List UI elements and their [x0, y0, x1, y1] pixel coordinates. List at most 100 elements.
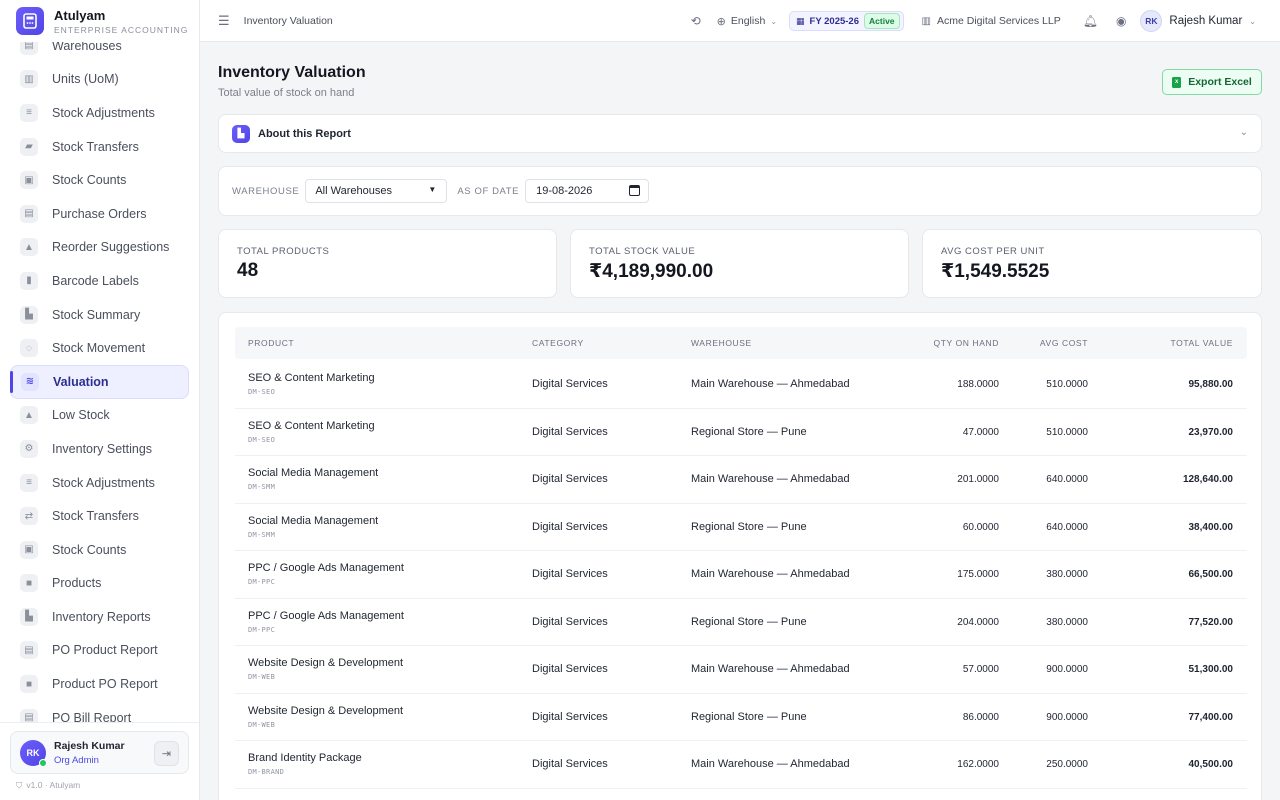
column-header-qty[interactable]: QTY ON HAND	[934, 338, 999, 348]
sidebar-item-label: Inventory Reports	[52, 609, 151, 624]
category-cell: Digital Services	[532, 615, 608, 628]
column-header-avg-cost[interactable]: AVG COST	[1040, 338, 1088, 348]
user-card[interactable]: RK Rajesh Kumar Org Admin ⇥	[10, 731, 189, 774]
chevron-down-icon[interactable]: ⌄	[1240, 127, 1248, 138]
history-icon[interactable]: ⟲	[691, 14, 701, 28]
sidebar-item-purchase-orders[interactable]: ▤ Purchase Orders	[10, 197, 189, 231]
about-report-panel[interactable]: ▙ About this Report ⌄	[218, 114, 1262, 153]
column-header-warehouse[interactable]: WAREHOUSE	[691, 338, 752, 348]
avg-cost-cell: 250.0000	[1046, 759, 1088, 770]
calendar-icon[interactable]	[629, 185, 641, 196]
sidebar-item-stock-counts[interactable]: ▣ Stock Counts	[10, 163, 189, 197]
barcode-icon: ▮	[20, 271, 38, 290]
stat-value: 48	[237, 260, 259, 281]
table-row[interactable]: PPC / Google Ads Management DM-PPC Digital…	[235, 551, 1247, 599]
sidebar-item-barcode-labels[interactable]: ▮ Barcode Labels	[10, 264, 189, 298]
sidebar-item-inventory-settings[interactable]: ⚙ Inventory Settings	[10, 432, 189, 466]
sidebar-item-label: Barcode Labels	[52, 273, 139, 288]
file-icon: ▤	[20, 204, 38, 223]
bell-icon[interactable]: 🔔︎	[1083, 14, 1098, 28]
column-header-category[interactable]: CATEGORY	[532, 338, 584, 348]
brand[interactable]: Atulyam ENTERPRISE ACCOUNTING	[0, 0, 199, 42]
sidebar-item-low-stock[interactable]: ▲ Low Stock	[10, 399, 189, 433]
sidebar-item-label: Stock Summary	[52, 307, 141, 322]
product-sku: DM-PPC	[248, 625, 276, 634]
category-cell: Digital Services	[532, 378, 608, 390]
sidebar-item-stock-transfers[interactable]: ⇄ Stock Transfers	[10, 499, 189, 533]
sidebar-item-stock-counts[interactable]: ▣ Stock Counts	[10, 533, 189, 567]
box-icon: ■	[20, 675, 38, 694]
warehouse-cell: Main Warehouse — Ahmedabad	[691, 568, 850, 580]
table-row[interactable]: Website Design & Development DM-WEB Digita…	[235, 646, 1247, 694]
sidebar-item-stock-summary[interactable]: ▙ Stock Summary	[10, 298, 189, 332]
excel-file-icon: x	[1172, 76, 1182, 88]
qty-cell: 57.0000	[962, 664, 999, 675]
product-name: Brand Identity Package	[248, 752, 362, 764]
stat-label: TOTAL PRODUCTS	[237, 246, 330, 257]
sidebar-item-label: Stock Counts	[52, 173, 127, 188]
product-sku: DM-WEB	[248, 720, 276, 729]
product-name: PPC / Google Ads Management	[248, 609, 404, 622]
table-row[interactable]: Social Media Management DM-SMM Digital Ser…	[235, 504, 1247, 551]
sidebar-item-label: Stock Transfers	[52, 139, 139, 154]
as-of-date-input[interactable]: 19-08-2026	[525, 179, 650, 203]
product-name: Website Design & Development	[248, 657, 404, 669]
export-excel-button[interactable]: x Export Excel	[1162, 69, 1262, 95]
page-subtitle: Total value of stock on hand	[218, 87, 355, 99]
user-name: Rajesh Kumar	[54, 739, 125, 752]
table-row[interactable]: SEO & Content Marketing DM-SEO Digital Ser…	[235, 409, 1247, 456]
table-row[interactable]: Brand Identity PackageDM-BRANDDigital Se…	[235, 789, 1247, 800]
qty-cell: 188.0000	[957, 379, 999, 390]
sidebar-item-valuation[interactable]: ≋ Valuation	[10, 364, 189, 399]
fiscal-year-label: FY 2025-26	[809, 15, 860, 27]
table-row[interactable]: SEO & Content Marketing DM-SEO Digital Ser…	[235, 361, 1247, 409]
calendar-icon: ▦	[796, 15, 805, 26]
language-selector[interactable]: ⊕ English ⌄	[717, 15, 777, 28]
clipboard-icon: ▣	[20, 171, 38, 190]
calculator-icon	[16, 7, 44, 35]
warehouse-select-value: All Warehouses	[315, 185, 392, 197]
table-header: PRODUCT CATEGORY WAREHOUSE QTY ON HAND A…	[235, 327, 1247, 359]
sidebar-item-label: Low Stock	[52, 408, 110, 423]
globe-icon: ⊕	[716, 15, 726, 28]
sidebar-item-label: Stock Adjustments	[52, 105, 155, 120]
hamburger-menu-icon[interactable]: ☰	[218, 13, 230, 29]
sidebar-item-products[interactable]: ■ Products	[10, 567, 189, 601]
stat-card-total-stock-value: TOTAL STOCK VALUE ₹4,189,990.00	[570, 229, 909, 298]
date-filter-label: AS OF DATE	[457, 185, 520, 197]
sidebar-item-inventory-reports[interactable]: ▙ Inventory Reports	[10, 600, 189, 634]
user-menu[interactable]: RK Rajesh Kumar ⌄	[1140, 10, 1256, 32]
warehouse-select[interactable]: All Warehouses ▼	[305, 179, 448, 203]
column-header-product[interactable]: PRODUCT	[248, 338, 294, 348]
sidebar-item-stock-adjustments[interactable]: ≡ Stock Adjustments	[10, 96, 189, 130]
logout-button[interactable]: ⇥	[154, 741, 179, 766]
table-row[interactable]: PPC / Google Ads Management DM-PPC Digital…	[235, 599, 1247, 646]
category-cell: Digital Services	[532, 473, 608, 485]
avatar: RK	[1140, 10, 1163, 32]
user-role: Org Admin	[54, 754, 99, 766]
sidebar-item-po-product-report[interactable]: ▤ PO Product Report	[10, 634, 189, 668]
export-label: Export Excel	[1188, 76, 1252, 88]
sidebar-item-stock-movement[interactable]: ◌ Stock Movement	[10, 331, 189, 365]
logout-icon: ⇥	[161, 748, 172, 760]
sidebar-item-product-po-report[interactable]: ■ Product PO Report	[10, 667, 189, 701]
table-row[interactable]: Brand Identity PackageDM-BRANDDigital Se…	[235, 741, 1247, 789]
product-sku: DM-SEO	[248, 388, 276, 396]
avg-cost-cell: 380.0000	[1046, 569, 1088, 580]
sidebar-item-stock-transfers[interactable]: ▰ Stock Transfers	[10, 130, 189, 164]
stat-label: TOTAL STOCK VALUE	[589, 246, 696, 257]
company-selector[interactable]: ▥ Acme Digital Services LLP	[922, 15, 1061, 27]
eye-icon[interactable]: ◉	[1116, 14, 1126, 28]
sidebar-item-reorder-suggestions[interactable]: ▲ Reorder Suggestions	[10, 231, 189, 265]
fiscal-year-selector[interactable]: ▦ FY 2025-26 Active	[789, 11, 904, 31]
table-row[interactable]: Website Design & Development DM-WEB Digita…	[235, 694, 1247, 741]
product-name: PPC / Google Ads Management	[248, 562, 404, 574]
sidebar-item-units-uom[interactable]: ▥ Units (UoM)	[10, 63, 189, 97]
column-header-total-value[interactable]: TOTAL VALUE	[1171, 338, 1234, 348]
qty-cell: 204.0000	[957, 616, 999, 628]
qty-cell: 86.0000	[962, 711, 999, 723]
coins-icon: ≋	[21, 372, 39, 391]
table-row[interactable]: Social Media Management DM-SMM Digital Ser…	[235, 456, 1247, 504]
avg-cost-cell: 510.0000	[1046, 379, 1088, 390]
sidebar-item-stock-adjustments[interactable]: ≡ Stock Adjustments	[10, 466, 189, 500]
